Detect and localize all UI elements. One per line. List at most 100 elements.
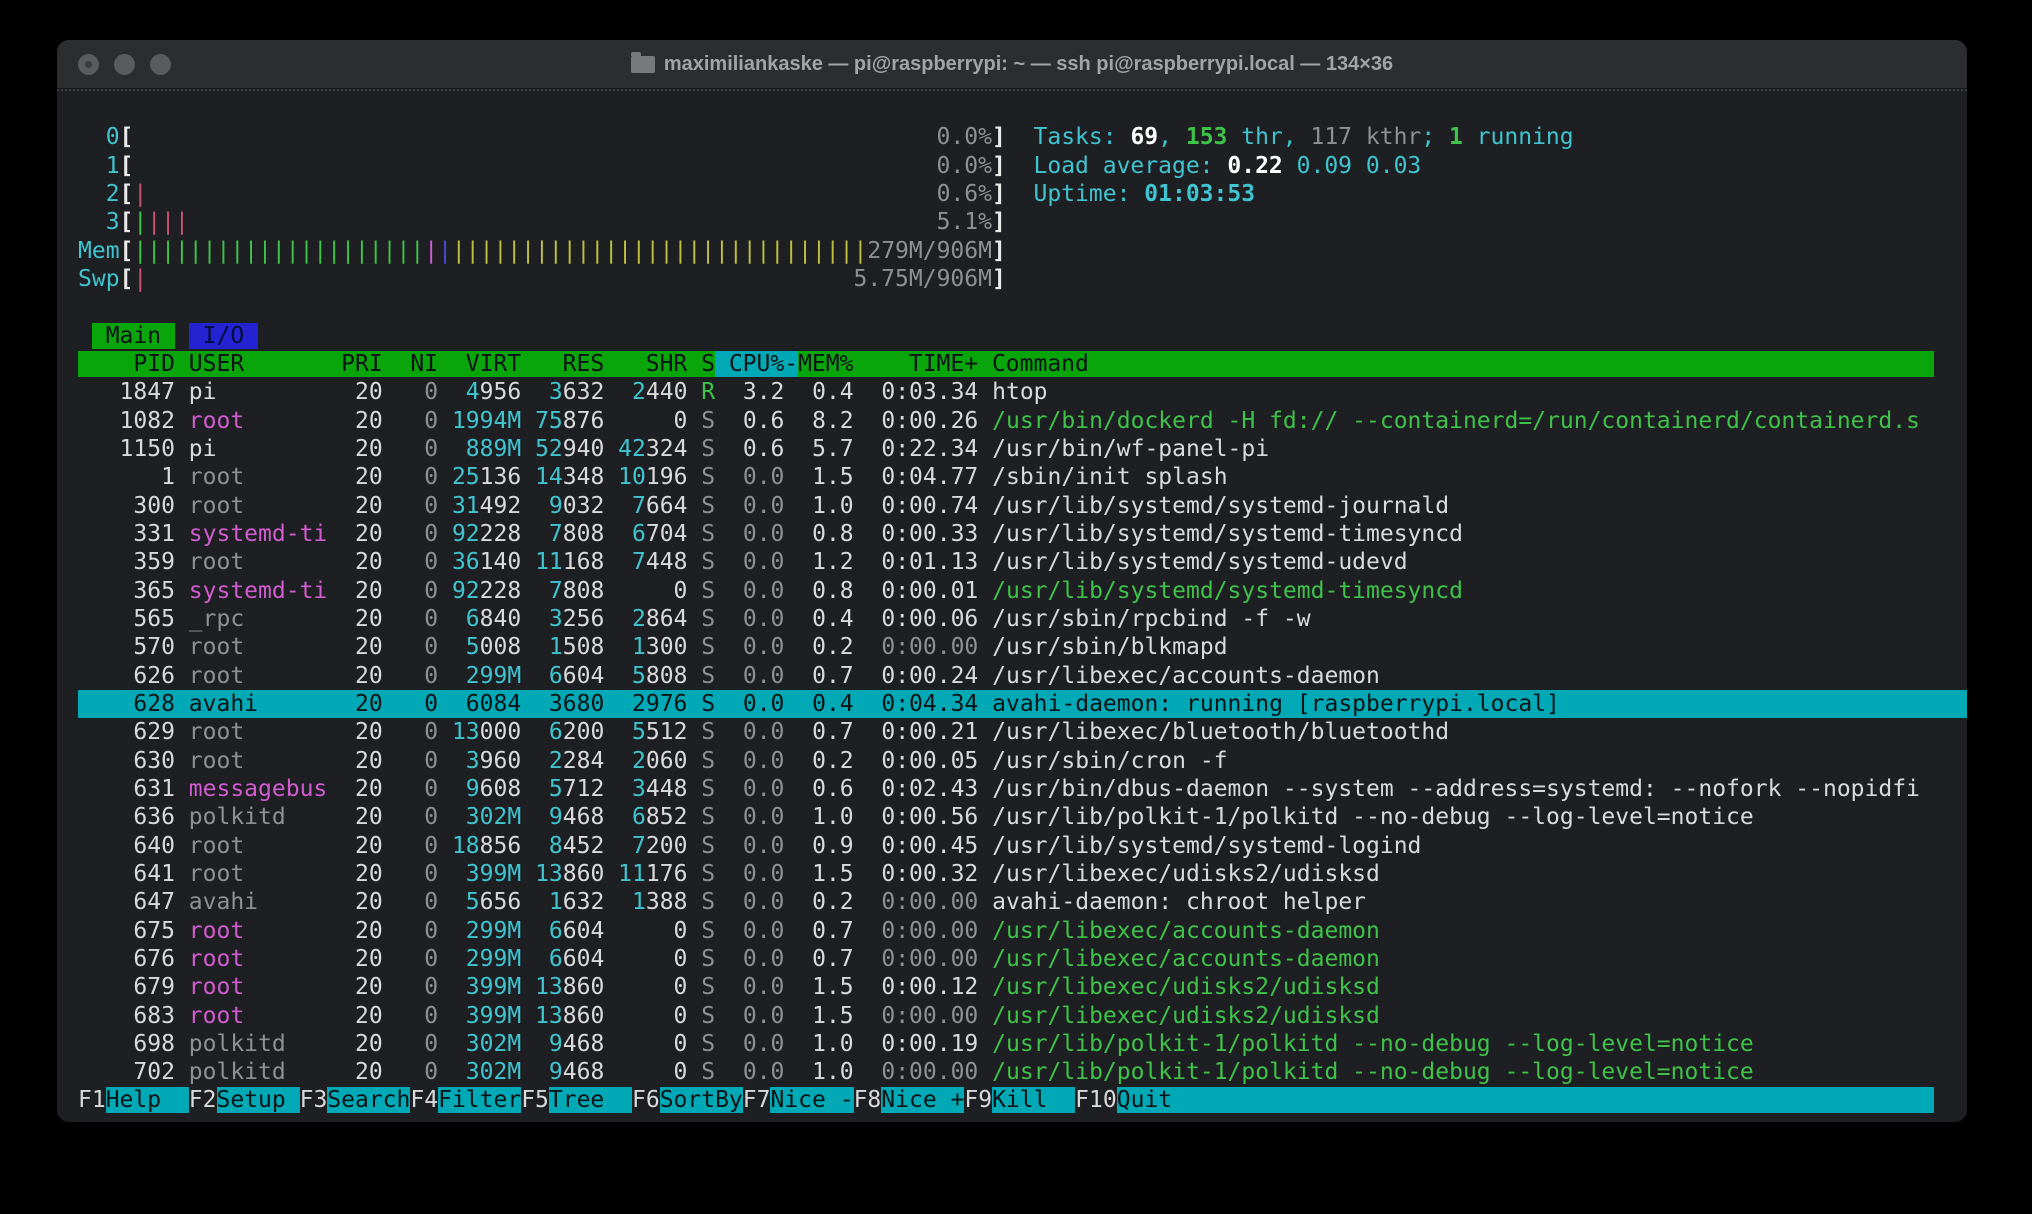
cell-priority: 20 (341, 634, 383, 660)
cell-nice: 0 (397, 946, 439, 972)
process-row-1150[interactable]: 1150 pi 20 0 889M 52940 42324 S 0.6 5.7 … (78, 435, 1967, 463)
fkey-f8[interactable]: F8Nice + (854, 1087, 965, 1113)
cell-priority: 20 (341, 436, 383, 462)
cell-mem-percent: 1.5 (798, 1003, 853, 1029)
cell-state: S (701, 408, 715, 434)
cell-command: /usr/libexec/accounts-daemon (992, 946, 1934, 972)
cell-priority: 20 (341, 918, 383, 944)
cell-time: 0:01.13 (868, 549, 979, 575)
meter-bar-yellow: |||||||||||||||||||||||||||||| (452, 238, 867, 264)
cell-user: pi (189, 436, 327, 462)
process-row-636[interactable]: 636 polkitd 20 0 302M 9468 6852 S 0.0 1.… (78, 803, 1967, 831)
cell-user: root (189, 918, 327, 944)
cell-cpu-percent: 0.0 (729, 776, 784, 802)
cell-cpu-percent: 0.0 (729, 804, 784, 830)
cell-priority: 20 (341, 974, 383, 1000)
minimize-button[interactable] (114, 54, 135, 75)
fkey-f10[interactable]: F10Quit (1075, 1087, 1200, 1113)
process-row-1[interactable]: 1 root 20 0 25136 14348 10196 S 0.0 1.5 … (78, 463, 1967, 491)
fkey-f6[interactable]: F6SortBy (632, 1087, 743, 1113)
fkey-f9[interactable]: F9Kill (964, 1087, 1075, 1113)
fkey-f4[interactable]: F4Filter (410, 1087, 521, 1113)
cell-user: root (189, 861, 327, 887)
fkey-f1[interactable]: F1Help (78, 1087, 189, 1113)
process-row-1082[interactable]: 1082 root 20 0 1994M 75876 0 S 0.6 8.2 0… (78, 407, 1967, 435)
column-headers-left[interactable]: PID USER PRI NI VIRT RES SHR S (78, 351, 715, 377)
process-row-630[interactable]: 630 root 20 0 3960 2284 2060 S 0.0 0.2 0… (78, 747, 1967, 775)
table-header-row[interactable]: PID USER PRI NI VIRT RES SHR S CPU%-MEM%… (78, 350, 1967, 378)
process-row-570[interactable]: 570 root 20 0 5008 1508 1300 S 0.0 0.2 0… (78, 633, 1967, 661)
cell-pid: 676 (78, 946, 175, 972)
cell-mem-percent: 1.2 (798, 549, 853, 575)
process-row-1847[interactable]: 1847 pi 20 0 4956 3632 2440 R 3.2 0.4 0:… (78, 378, 1967, 406)
fkey-number: F8 (854, 1087, 882, 1113)
process-row-679[interactable]: 679 root 20 0 399M 13860 0 S 0.0 1.5 0:0… (78, 973, 1967, 1001)
close-button[interactable] (78, 54, 99, 75)
cell-pid: 683 (78, 1003, 175, 1029)
process-row-365[interactable]: 365 systemd-ti 20 0 92228 7808 0 S 0.0 0… (78, 577, 1967, 605)
process-row-300[interactable]: 300 root 20 0 31492 9032 7664 S 0.0 1.0 … (78, 492, 1967, 520)
cell-command: /usr/bin/dockerd -H fd:// --containerd=/… (992, 408, 1934, 434)
tab-main[interactable]: Main (92, 323, 175, 349)
title-bar[interactable]: maximiliankaske — pi@raspberrypi: ~ — ss… (57, 40, 1967, 89)
fkey-f2[interactable]: F2Setup (189, 1087, 300, 1113)
cell-priority: 20 (341, 833, 383, 859)
cell-mem-percent: 0.7 (798, 719, 853, 745)
process-row-676[interactable]: 676 root 20 0 299M 6604 0 S 0.0 0.7 0:00… (78, 945, 1967, 973)
meter-value: 5.75M/906M (853, 266, 991, 292)
cell-nice: 0 (397, 833, 439, 859)
col-header-cpu-sorted[interactable]: CPU%- (715, 351, 798, 377)
process-row-626[interactable]: 626 root 20 0 299M 6604 5808 S 0.0 0.7 0… (78, 662, 1967, 690)
cell-command: /usr/libexec/bluetooth/bluetoothd (992, 719, 1934, 745)
cell-pid: 626 (78, 663, 175, 689)
process-row-565[interactable]: 565 _rpc 20 0 6840 3256 2864 S 0.0 0.4 0… (78, 605, 1967, 633)
cell-priority: 20 (341, 691, 383, 717)
screen-tabs-row: Main I/O (78, 322, 1967, 350)
process-row-629[interactable]: 629 root 20 0 13000 6200 5512 S 0.0 0.7 … (78, 718, 1967, 746)
zoom-button[interactable] (150, 54, 171, 75)
tab-io[interactable]: I/O (189, 323, 258, 349)
cell-user: polkitd (189, 1059, 327, 1085)
cell-nice: 0 (397, 379, 439, 405)
function-key-bar: F1Help F2Setup F3SearchF4FilterF5Tree F6… (78, 1086, 1967, 1114)
cell-mem-percent: 8.2 (798, 408, 853, 434)
cell-user: _rpc (189, 606, 327, 632)
cell-command: /usr/lib/systemd/systemd-timesyncd (992, 578, 1934, 604)
fkey-f3[interactable]: F3Search (300, 1087, 411, 1113)
cell-command: /usr/libexec/udisks2/udisksd (992, 974, 1934, 1000)
process-row-640[interactable]: 640 root 20 0 18856 8452 7200 S 0.0 0.9 … (78, 832, 1967, 860)
cell-nice: 0 (397, 776, 439, 802)
fkey-number: F9 (964, 1087, 992, 1113)
process-row-628[interactable]: 628 avahi 20 0 6084 3680 2976 S 0.0 0.4 … (78, 690, 1967, 718)
fkey-label: Filter (438, 1087, 521, 1113)
meter-bracket: [ (120, 153, 134, 179)
meter-bracket: ] (992, 238, 1006, 264)
cell-mem-percent: 1.0 (798, 493, 853, 519)
process-row-698[interactable]: 698 polkitd 20 0 302M 9468 0 S 0.0 1.0 0… (78, 1030, 1967, 1058)
meter-bracket: [ (120, 181, 134, 207)
cell-pid: 628 (78, 691, 175, 717)
meter-bracket: ] (992, 266, 1006, 292)
cell-cpu-percent: 0.6 (729, 408, 784, 434)
process-row-359[interactable]: 359 root 20 0 36140 11168 7448 S 0.0 1.2… (78, 548, 1967, 576)
process-row-641[interactable]: 641 root 20 0 399M 13860 11176 S 0.0 1.5… (78, 860, 1967, 888)
process-row-647[interactable]: 647 avahi 20 0 5656 1632 1388 S 0.0 0.2 … (78, 888, 1967, 916)
fkey-number: F10 (1075, 1087, 1117, 1113)
cell-nice: 0 (397, 974, 439, 1000)
column-headers-right[interactable]: MEM% TIME+ Command (798, 351, 1933, 377)
process-row-675[interactable]: 675 root 20 0 299M 6604 0 S 0.0 0.7 0:00… (78, 917, 1967, 945)
cell-cpu-percent: 0.0 (729, 634, 784, 660)
fkey-number: F1 (78, 1087, 106, 1113)
fkey-number: F5 (521, 1087, 549, 1113)
cell-mem-percent: 0.4 (798, 691, 853, 717)
fkey-f7[interactable]: F7Nice - (743, 1087, 854, 1113)
process-row-331[interactable]: 331 systemd-ti 20 0 92228 7808 6704 S 0.… (78, 520, 1967, 548)
process-row-631[interactable]: 631 messagebus 20 0 9608 5712 3448 S 0.0… (78, 775, 1967, 803)
process-row-702[interactable]: 702 polkitd 20 0 302M 9468 0 S 0.0 1.0 0… (78, 1058, 1967, 1086)
fkey-number: F4 (410, 1087, 438, 1113)
cell-command: /usr/sbin/cron -f (992, 748, 1934, 774)
cell-state: S (701, 1003, 715, 1029)
process-row-683[interactable]: 683 root 20 0 399M 13860 0 S 0.0 1.5 0:0… (78, 1002, 1967, 1030)
fkey-f5[interactable]: F5Tree (521, 1087, 632, 1113)
cell-pid: 1847 (78, 379, 175, 405)
